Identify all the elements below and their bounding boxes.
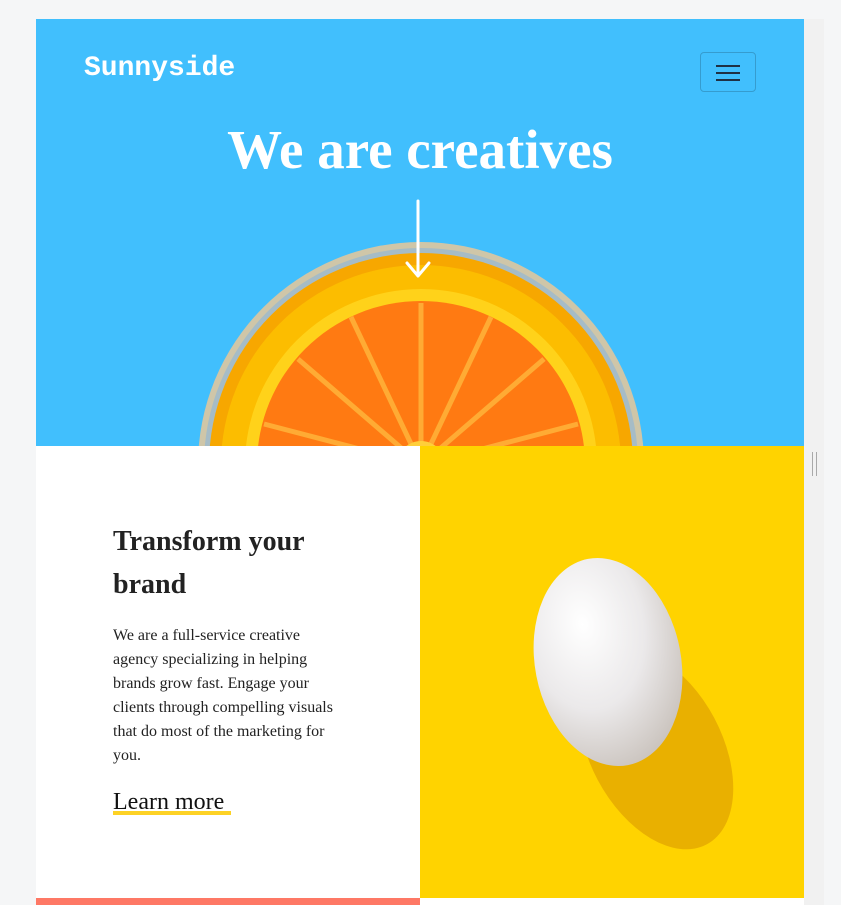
transform-heading: Transform your brand xyxy=(113,526,305,600)
egg-image xyxy=(420,446,804,898)
hero-section: Sunnyside We are creatives xyxy=(36,19,804,446)
arrow-down-icon[interactable] xyxy=(404,199,432,279)
egg-illustration xyxy=(533,557,734,850)
hero-title: We are creatives xyxy=(227,119,613,180)
site-logo[interactable]: Sunnyside xyxy=(84,53,235,85)
next-section-strip xyxy=(36,898,420,905)
hamburger-line xyxy=(716,65,740,67)
learn-more-link[interactable]: Learn more xyxy=(113,787,224,817)
transform-description: We are a full-service creative agency sp… xyxy=(113,627,333,764)
transform-section: Transform your brand We are a full-servi… xyxy=(36,446,420,898)
hamburger-line xyxy=(716,72,740,74)
resize-grip-icon[interactable] xyxy=(812,452,817,476)
page: Sunnyside We are creatives Transform you… xyxy=(36,19,804,905)
hamburger-line xyxy=(716,79,740,81)
nav-menu-button[interactable] xyxy=(700,52,756,92)
